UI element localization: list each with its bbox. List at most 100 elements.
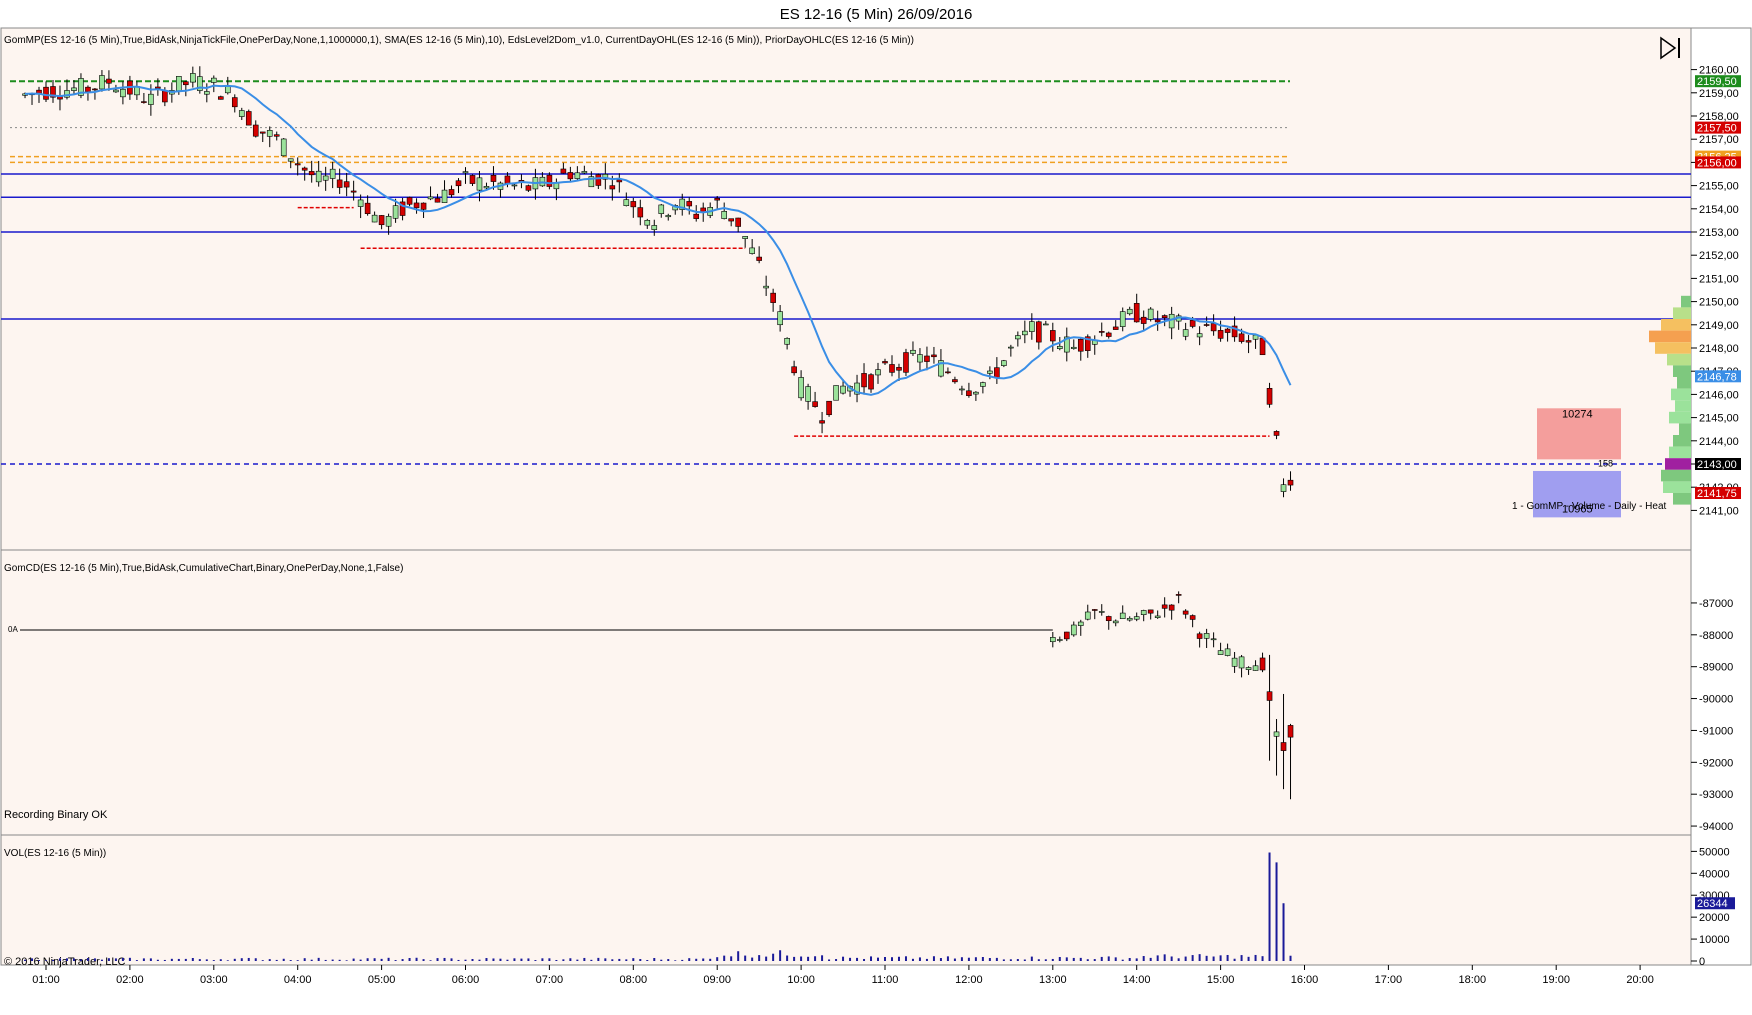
price-candle-body bbox=[861, 373, 867, 388]
price-candle-body bbox=[784, 338, 790, 345]
cd-tick-label: -90000 bbox=[1699, 694, 1733, 706]
price-candle-body bbox=[959, 388, 965, 391]
cd-tick-label: -91000 bbox=[1699, 725, 1733, 737]
time-tick-label: 14:00 bbox=[1123, 974, 1151, 986]
cd-candle-body bbox=[1280, 742, 1287, 751]
price-candle-body bbox=[728, 218, 734, 222]
price-tick-label: 2158,00 bbox=[1699, 111, 1739, 123]
time-tick-label: 13:00 bbox=[1039, 974, 1067, 986]
price-candle-body bbox=[1266, 388, 1273, 405]
cd-candle-body bbox=[1273, 731, 1280, 737]
cd-candle-body bbox=[1063, 631, 1070, 640]
price-candle-body bbox=[749, 247, 755, 254]
cd-candle-body bbox=[1126, 617, 1133, 621]
price-candle-body bbox=[763, 285, 769, 289]
price-candle-body bbox=[245, 111, 252, 126]
price-candle-body bbox=[966, 390, 972, 396]
price-candle-body bbox=[567, 172, 574, 180]
volume-profile-bar bbox=[1665, 458, 1691, 470]
cd-candle-body bbox=[1259, 657, 1266, 671]
price-candle-body bbox=[658, 204, 665, 214]
price-candle-body bbox=[840, 385, 846, 394]
cd-tick-label: -93000 bbox=[1699, 789, 1733, 801]
time-tick-label: 06:00 bbox=[452, 974, 480, 986]
price-candle-body bbox=[637, 207, 644, 218]
time-tick-label: 01:00 bbox=[32, 974, 60, 986]
price-candle-body bbox=[931, 354, 937, 358]
price-candle-body bbox=[231, 97, 238, 108]
price-candle-body bbox=[798, 377, 804, 399]
price-candle-body bbox=[106, 78, 112, 84]
cd-candle-body bbox=[1112, 620, 1119, 624]
vol-tick-label: 0 bbox=[1699, 956, 1705, 968]
price-candle-body bbox=[819, 420, 825, 424]
price-tick-label: 2155,00 bbox=[1699, 181, 1739, 193]
price-candle-body bbox=[1224, 328, 1231, 333]
price-candle-body bbox=[574, 172, 581, 179]
price-candle-body bbox=[176, 76, 182, 92]
price-candle-body bbox=[120, 88, 126, 98]
price-candle-body bbox=[434, 198, 441, 203]
price-candle-body bbox=[350, 190, 357, 193]
cd-candle-body bbox=[1147, 609, 1154, 614]
cd-candle-body bbox=[1154, 615, 1161, 618]
price-candle-body bbox=[525, 185, 532, 191]
volume-profile-bar bbox=[1669, 446, 1691, 459]
price-tick-label: 2160,00 bbox=[1699, 65, 1739, 77]
price-candle-body bbox=[826, 400, 832, 416]
price-tick-label: 2144,00 bbox=[1699, 436, 1739, 448]
price-candle-body bbox=[882, 361, 888, 364]
price-tick-label: 2150,00 bbox=[1699, 297, 1739, 309]
price-candle-body bbox=[364, 202, 371, 215]
time-tick-label: 08:00 bbox=[620, 974, 648, 986]
vol-tick-label: 10000 bbox=[1699, 934, 1730, 946]
price-candle-body bbox=[294, 163, 301, 166]
price-candle-body bbox=[973, 391, 979, 395]
cd-tick-label: -92000 bbox=[1699, 757, 1733, 769]
price-candle-body bbox=[329, 168, 336, 179]
price-tick-label: 2145,00 bbox=[1699, 413, 1739, 425]
price-candle-body bbox=[693, 213, 700, 219]
price-candle-body bbox=[1036, 321, 1042, 343]
volume-profile-bar bbox=[1681, 295, 1691, 308]
price-candle-body bbox=[903, 352, 909, 373]
price-candle-body bbox=[581, 171, 588, 174]
price-candle-body bbox=[1105, 332, 1112, 337]
price-candle-body bbox=[1245, 340, 1252, 343]
price-candle-body bbox=[148, 93, 154, 105]
cd-candle-body bbox=[1210, 638, 1217, 641]
cd-candle-body bbox=[1217, 650, 1224, 655]
price-candle-body bbox=[204, 91, 210, 95]
price-candle-body bbox=[483, 186, 490, 189]
price-candle-body bbox=[994, 367, 1000, 379]
price-candle-body bbox=[99, 75, 105, 90]
cd-candle-body bbox=[1175, 594, 1182, 596]
price-candle-body bbox=[1287, 479, 1294, 486]
cd-status-label: Recording Binary OK bbox=[4, 809, 108, 821]
price-indicator-label: GomMP(ES 12-16 (5 Min),True,BidAsk,Ninja… bbox=[4, 35, 914, 46]
price-candle-body bbox=[357, 199, 364, 207]
price-candle-body bbox=[1029, 321, 1035, 332]
price-candle-body bbox=[1280, 484, 1287, 492]
time-tick-label: 09:00 bbox=[703, 974, 731, 986]
vol-tick-label: 20000 bbox=[1699, 912, 1730, 924]
time-tick-label: 20:00 bbox=[1626, 974, 1654, 986]
price-candle-body bbox=[385, 216, 392, 227]
cd-candle-body bbox=[1182, 610, 1189, 615]
cd-candle-body bbox=[1070, 624, 1077, 636]
price-candle-body bbox=[742, 236, 748, 239]
price-candle-body bbox=[1140, 316, 1147, 324]
price-candle-body bbox=[301, 167, 308, 171]
vol-tick-label: 40000 bbox=[1699, 868, 1730, 880]
price-candle-body bbox=[1217, 330, 1224, 339]
cd-tick-label: -87000 bbox=[1699, 598, 1733, 610]
price-candle-body bbox=[595, 174, 602, 186]
price-candle-body bbox=[546, 174, 553, 187]
volume-profile-bar bbox=[1667, 353, 1691, 366]
time-tick-label: 11:00 bbox=[872, 974, 899, 986]
price-candle-body bbox=[308, 171, 315, 176]
price-tag-label: 2157,50 bbox=[1697, 123, 1737, 135]
price-tag-label: 2159,50 bbox=[1697, 76, 1737, 88]
price-candle-body bbox=[560, 168, 567, 174]
price-candle-body bbox=[113, 89, 119, 93]
